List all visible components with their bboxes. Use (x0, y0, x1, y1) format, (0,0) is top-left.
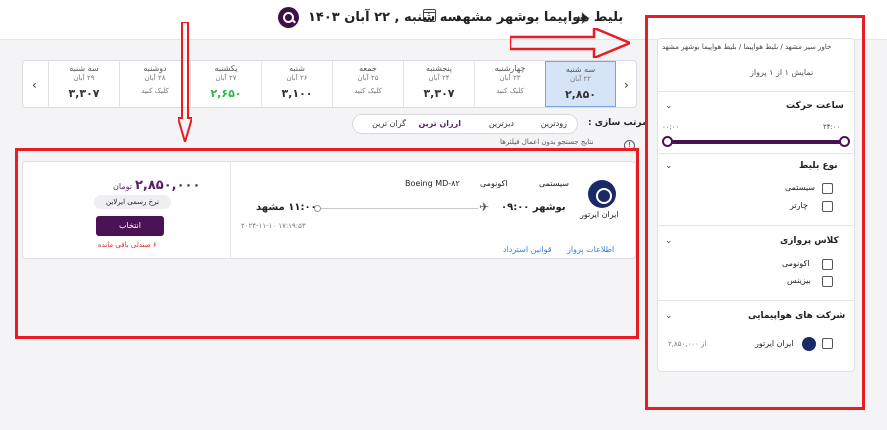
date-cell[interactable]: پنجشنبه ۲۴ آبان ۳,۳۰۷ (403, 61, 474, 107)
date-selector: ‹ › سه شنبه ۲۹ آبان ۳,۳۰۷ دوشنبه ۲۸ آبان کلی… (22, 60, 637, 108)
date-day: پنجشنبه (425, 64, 453, 73)
chevron-right-icon[interactable]: › (624, 78, 629, 92)
date-date: ۲۴ آبان (428, 74, 450, 82)
date-price: ۳,۳۰۷ (423, 87, 455, 100)
date-day: سه شنبه (69, 64, 99, 73)
date-date: ۲۵ آبان (357, 74, 379, 82)
date-date: ۲۷ آبان (215, 74, 237, 82)
date-price: کلیک کنید (354, 87, 382, 95)
sort-latest[interactable]: دیرترین (489, 119, 514, 128)
filter-hint: نتایج جستجو بدون اعمال فیلترها (500, 138, 594, 146)
arrow-down-icon (178, 22, 192, 142)
date-day: شنبه (289, 64, 305, 73)
chevron-left-icon[interactable]: ‹ (32, 78, 37, 92)
sort-bar: زودترین دیرترین ارزان ترین گران ترین (352, 114, 578, 134)
arrow-right-icon (510, 28, 630, 58)
sort-expensive[interactable]: گران ترین (372, 119, 406, 128)
date-day: چهارشنبه (494, 64, 526, 73)
date-date: ۲۶ آبان (286, 74, 308, 82)
date-cell[interactable]: یکشنبه ۲۷ آبان ۲,۶۵۰ (190, 61, 261, 107)
date-price: ۲,۶۵۰ (210, 87, 242, 100)
annotation-box (15, 148, 639, 339)
sort-label: مرتب سازی : (588, 118, 648, 128)
date-cell[interactable]: جمعه ۲۵ آبان کلیک کنید (332, 61, 403, 107)
sort-cheapest[interactable]: ارزان ترین (419, 119, 462, 128)
date-cell[interactable]: سه شنبه ۲۹ آبان ۳,۳۰۷ (48, 61, 119, 107)
date-price: کلیک کنید (496, 87, 524, 95)
date-price: ۳,۳۰۷ (68, 87, 100, 100)
date-price: ۳,۱۰۰ (281, 87, 313, 100)
search-date: سه شنبه , ۲۲ آبان ۱۴۰۳ (308, 10, 461, 25)
date-cell[interactable]: چهارشنبه ۲۳ آبان کلیک کنید (474, 61, 545, 107)
page: ✈ بلیط هواپیما بوشهر مشهد سه شنبه , ۲۲ آ… (0, 0, 887, 430)
date-cell-active[interactable]: سه شنبه ۲۲ آبان ۲,۸۵۰ (545, 61, 616, 107)
route-title: بلیط هواپیما بوشهر مشهد (455, 10, 624, 25)
date-day: سه شنبه (565, 65, 596, 74)
sort-earliest[interactable]: زودترین (541, 119, 567, 128)
date-date: ۲۳ آبان (499, 74, 521, 82)
date-date: ۲۹ آبان (73, 74, 95, 82)
date-day: جمعه (359, 64, 377, 73)
date-date: ۲۲ آبان (570, 75, 591, 83)
date-price: ۲,۸۵۰ (564, 88, 597, 101)
date-cell[interactable]: شنبه ۲۶ آبان ۳,۱۰۰ (261, 61, 332, 107)
date-day: یکشنبه (214, 64, 238, 73)
search-button[interactable] (278, 7, 299, 28)
annotation-box (645, 15, 865, 410)
